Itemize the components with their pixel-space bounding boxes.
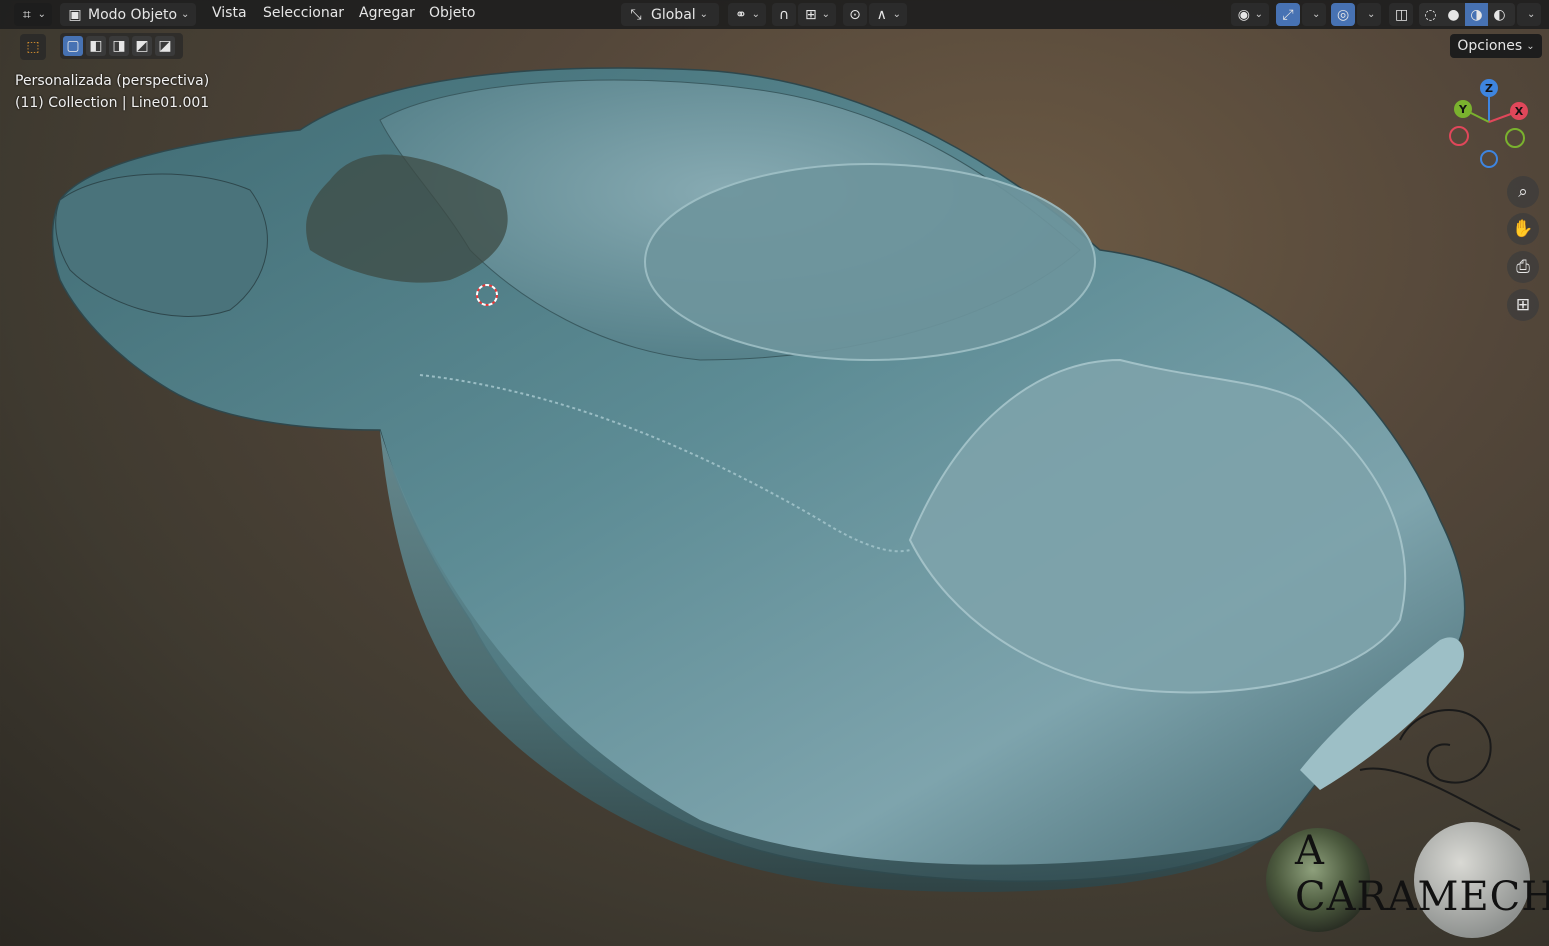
axis-neg-z-handle (1480, 150, 1498, 168)
falloff-dropdown[interactable]: ∧ ⌄ (869, 3, 907, 26)
chevron-down-icon: ⌄ (751, 9, 760, 20)
chevron-down-icon: ⌄ (1526, 40, 1535, 52)
3d-viewport[interactable]: A CARAMECHA ⌗⌄ ▣ Modo Objeto ⌄ Vista Sel… (0, 0, 1549, 946)
rendered-icon: ◐ (1493, 6, 1506, 23)
solid-shading-button[interactable]: ● (1442, 3, 1465, 26)
chevron-down-icon: ⌄ (181, 9, 190, 20)
menu-agregar[interactable]: Agregar (359, 5, 415, 21)
proportional-edit-icon: ⊙ (849, 6, 861, 23)
chevron-down-icon: ⌄ (37, 9, 46, 20)
orientation-icon: ⤡ (630, 6, 642, 23)
eye-icon: ◉ (1237, 6, 1250, 23)
chevron-down-icon: ⌄ (892, 9, 901, 20)
zoom-icon: ⌕ (1518, 182, 1528, 202)
material-shading-button[interactable]: ◑ (1465, 3, 1488, 26)
navigation-gizmo[interactable]: Z Y X (1444, 76, 1536, 172)
chevron-down-icon: ⌄ (699, 9, 709, 20)
mode-dropdown[interactable]: ▣ Modo Objeto ⌄ (60, 3, 196, 26)
menu-vista[interactable]: Vista (212, 5, 247, 21)
select-extend-button[interactable]: ◧ (86, 36, 106, 56)
chevron-down-icon: ⌄ (1527, 9, 1536, 20)
wireframe-icon: ◌ (1424, 6, 1437, 23)
grid-perspective-icon: ⊞ (1515, 295, 1531, 315)
wireframe-shading-button[interactable]: ◌ (1419, 3, 1442, 26)
axis-z-label: Z (1485, 82, 1493, 95)
select-subtract-button[interactable]: ◨ (109, 36, 129, 56)
shading-dropdown[interactable]: ⌄ (1517, 3, 1541, 26)
xray-toggle[interactable]: ◫ (1389, 3, 1413, 26)
car-render (51, 67, 1530, 938)
proportional-edit-toggle[interactable]: ⊙ (843, 3, 867, 26)
overlays-dropdown[interactable]: ⌄ (1357, 3, 1381, 26)
chevron-down-icon: ⌄ (821, 9, 830, 20)
view-name: Personalizada (perspectiva) (15, 73, 210, 89)
select-subtract-icon: ◨ (112, 38, 126, 54)
select-intersect-button[interactable]: ◪ (155, 36, 175, 56)
shading-mode-group: ◌ ● ◑ ◐ (1419, 3, 1515, 26)
viewport-grid-icon: ⌗ (22, 6, 31, 23)
select-intersect-icon: ◪ (158, 38, 172, 54)
chevron-down-icon: ⌄ (1254, 9, 1263, 20)
mode-label: Modo Objeto (88, 6, 178, 23)
viewport-header: ⌗ ⌄ ▣ Modo Objeto ⌄ Vista Seleccionar Agr… (0, 0, 1549, 29)
chevron-down-icon: ⌄ (1312, 9, 1321, 20)
select-tool-button[interactable]: ⬚ (20, 34, 46, 60)
camera-icon: ⎙ (1516, 257, 1530, 277)
options-label: Opciones (1457, 38, 1523, 54)
axis-y-label: Y (1458, 103, 1468, 116)
menu-objeto[interactable]: Objeto (429, 5, 475, 21)
visibility-dropdown[interactable]: ◉ ⌄ (1231, 3, 1269, 26)
pivot-point-dropdown[interactable]: ⚭ ⌄ (728, 3, 766, 26)
object-mode-icon: ▣ (68, 6, 82, 23)
selection-mode-group: ▢ ◧ ◨ ◩ ◪ (60, 33, 183, 59)
pivot-icon: ⚭ (734, 6, 747, 23)
collection-info: (11) Collection | Line01.001 (15, 95, 210, 111)
overlays-icon: ◎ (1337, 6, 1350, 23)
select-new-icon: ▢ (66, 38, 80, 54)
overlays-toggle[interactable]: ◎ (1331, 3, 1355, 26)
snap-toggle[interactable]: ∩ (772, 3, 796, 26)
axis-neg-y-handle (1505, 128, 1525, 148)
select-invert-button[interactable]: ◩ (132, 36, 152, 56)
watermark-text: A CARAMECHA (1295, 828, 1549, 920)
options-dropdown[interactable]: Opciones ⌄ (1450, 34, 1542, 58)
xray-icon: ◫ (1395, 6, 1409, 23)
zoom-button[interactable]: ⌕ (1507, 176, 1539, 208)
snap-target-dropdown[interactable]: ⊞ ⌄ (798, 3, 836, 26)
rendered-shading-button[interactable]: ◐ (1488, 3, 1511, 26)
orientation-label: Global (651, 6, 696, 23)
transform-orientation-dropdown[interactable]: ⤡ Global ⌄ (621, 3, 719, 26)
snap-increment-icon: ⊞ (804, 6, 817, 23)
camera-view-button[interactable]: ⎙ (1507, 251, 1539, 283)
hand-icon: ✋ (1512, 219, 1534, 239)
editor-type-button[interactable]: ⌗ ⌄ (14, 3, 52, 26)
select-invert-icon: ◩ (135, 38, 149, 54)
pan-button[interactable]: ✋ (1507, 213, 1539, 245)
select-extend-icon: ◧ (89, 38, 103, 54)
chevron-down-icon: ⌄ (1367, 9, 1376, 20)
axis-neg-x-handle (1449, 126, 1469, 146)
gizmo-icon: ⤢ (1282, 6, 1294, 23)
gizmo-dropdown[interactable]: ⌄ (1302, 3, 1326, 26)
menu-seleccionar[interactable]: Seleccionar (263, 5, 344, 21)
gizmo-toggle[interactable]: ⤢ (1276, 3, 1300, 26)
perspective-toggle-button[interactable]: ⊞ (1507, 289, 1539, 321)
solid-icon: ● (1447, 6, 1460, 23)
select-new-button[interactable]: ▢ (63, 36, 83, 56)
material-icon: ◑ (1470, 6, 1483, 23)
falloff-curve-icon: ∧ (876, 6, 887, 23)
axis-x-label: X (1515, 105, 1524, 118)
cursor-select-icon: ⬚ (26, 39, 40, 55)
magnet-icon: ∩ (778, 6, 790, 23)
